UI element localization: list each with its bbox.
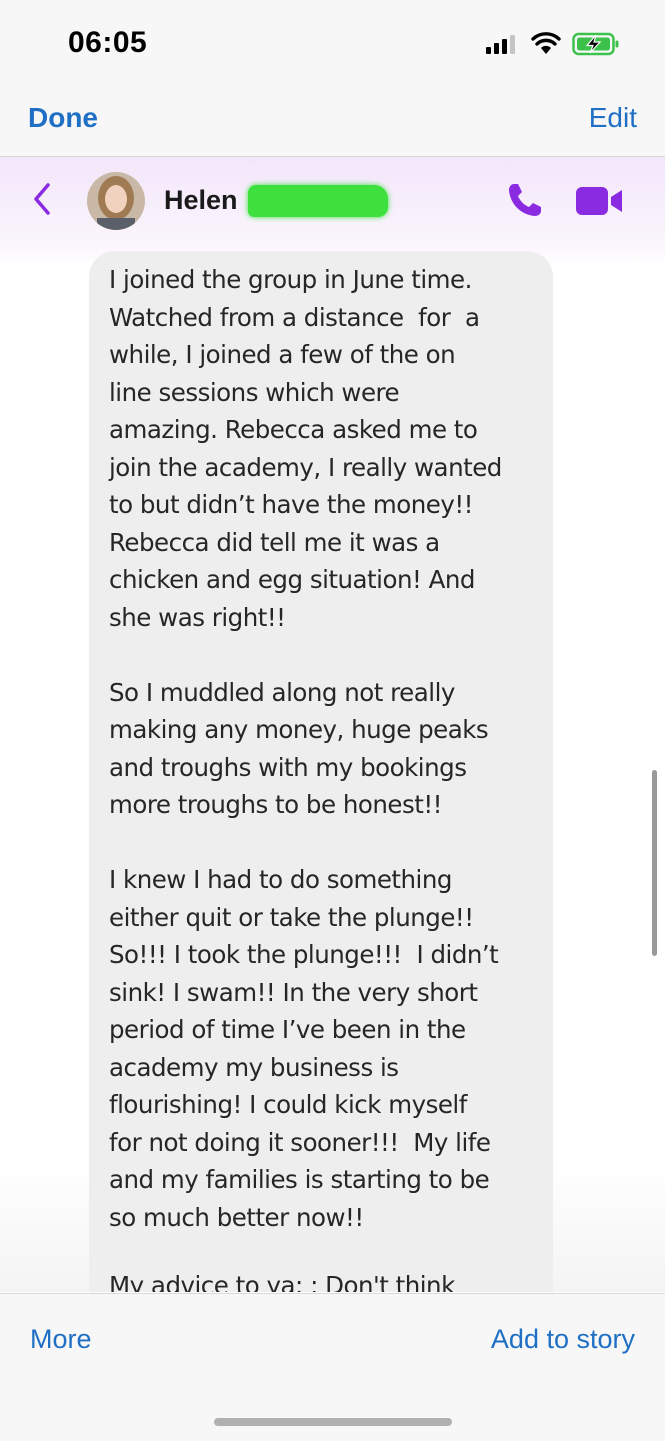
- message-line: academy my business is: [109, 1052, 399, 1082]
- screenshot-image: Helen I joined the group in June time. Wa…: [0, 157, 665, 1292]
- video-camera-icon: [576, 187, 622, 215]
- message-line: So I muddled along not really: [109, 677, 455, 707]
- message-line: sink! I swam!! In the very short: [109, 977, 478, 1007]
- message-line: Watched from a distance for a: [109, 302, 480, 332]
- message-line: So!!! I took the plunge!!! I didn’t: [109, 940, 499, 969]
- contact-name: Helen: [164, 185, 238, 215]
- battery-charging-icon: [572, 32, 619, 56]
- scroll-indicator: [652, 770, 657, 956]
- message-line: and troughs with my bookings: [109, 752, 467, 782]
- message-line: period of time I’ve been in the: [109, 1015, 466, 1044]
- edit-button[interactable]: Edit: [589, 102, 637, 134]
- message-line: to but didn’t have the money!!: [109, 490, 473, 519]
- message-line: chicken and egg situation! And: [109, 565, 475, 594]
- message-line: for not doing it sooner!!! My life: [109, 1127, 491, 1157]
- cellular-signal-icon: [486, 35, 515, 54]
- message-text: I joined the group in June time. Watched …: [109, 261, 549, 1236]
- message-line: line sessions which were: [109, 377, 400, 407]
- message-line: while, I joined a few of the on: [109, 340, 456, 369]
- message-line: she was right!!: [109, 602, 286, 632]
- add-to-story-button[interactable]: Add to story: [491, 1324, 635, 1355]
- message-line: making any money, huge peaks: [109, 715, 489, 744]
- more-button[interactable]: More: [30, 1324, 92, 1355]
- message-line: flourishing! I could kick myself: [109, 1090, 467, 1119]
- message-clipped-line: My advice to ya: ; Don't think: [109, 1271, 455, 1292]
- avatar: [87, 172, 145, 230]
- done-button[interactable]: Done: [28, 102, 98, 134]
- home-indicator: [214, 1418, 452, 1426]
- message-line: I knew I had to do something: [109, 865, 452, 894]
- message-line: more troughs to be honest!!: [109, 790, 442, 819]
- message-line: [109, 636, 549, 674]
- message-line: Rebecca did tell me it was a: [109, 527, 440, 557]
- bottom-toolbar: More Add to story: [0, 1293, 665, 1441]
- wifi-icon: [531, 32, 561, 54]
- message-line: and my families is starting to be: [109, 1165, 490, 1194]
- back-chevron-icon: [34, 183, 50, 215]
- message-line: amazing. Rebecca asked me to: [109, 415, 478, 444]
- message-bubble: I joined the group in June time. Watched …: [89, 251, 553, 1292]
- redaction-mark: [248, 185, 388, 217]
- message-line: so much better now!!: [109, 1202, 364, 1232]
- message-line: [109, 824, 549, 862]
- message-line: I joined the group in June time.: [109, 265, 472, 294]
- message-line: join the academy, I really wanted: [109, 452, 502, 482]
- phone-icon: [509, 184, 541, 216]
- chat-header: Helen: [0, 157, 665, 245]
- message-line: either quit or take the plunge!!: [109, 902, 474, 932]
- viewer-top-bar: Done Edit: [0, 90, 665, 157]
- status-bar: 06:05: [0, 0, 665, 90]
- status-time: 06:05: [68, 26, 148, 59]
